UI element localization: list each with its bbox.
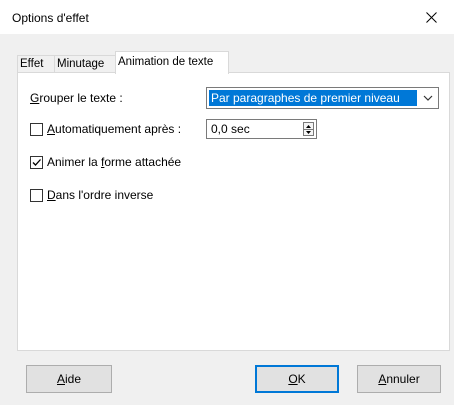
group-text-select[interactable]: Par paragraphes de premier niveau bbox=[206, 87, 439, 109]
spin-down-button[interactable] bbox=[304, 129, 313, 135]
reverse-order-label: Dans l'ordre inverse bbox=[47, 188, 154, 202]
triangle-down-icon bbox=[306, 130, 311, 134]
tab-effet[interactable]: Effet bbox=[17, 55, 55, 73]
close-button[interactable] bbox=[408, 0, 454, 34]
tab-label: Minutage bbox=[57, 58, 105, 70]
auto-after-row: Automatiquement après : bbox=[30, 122, 181, 136]
animate-shape-label: Animer la forme attachée bbox=[47, 155, 182, 169]
help-button[interactable]: Aide bbox=[26, 365, 112, 393]
tab-label: Animation de texte bbox=[118, 56, 214, 68]
window-title: Options d'effet bbox=[12, 11, 89, 25]
group-text-label: Grouper le texte : bbox=[30, 91, 123, 105]
animate-shape-row: Animer la forme attachée bbox=[30, 155, 181, 169]
spin-buttons bbox=[303, 122, 314, 136]
triangle-up-icon bbox=[306, 124, 311, 128]
auto-after-value: 0,0 sec bbox=[211, 122, 250, 136]
reverse-order-checkbox[interactable] bbox=[30, 188, 43, 202]
auto-after-label: Automatiquement après : bbox=[47, 122, 182, 136]
cancel-button-label: Annuler bbox=[378, 372, 420, 386]
ok-button-label: OK bbox=[288, 372, 306, 386]
help-button-label: Aide bbox=[56, 372, 82, 386]
chevron-down-icon bbox=[423, 95, 433, 101]
cancel-button[interactable]: Annuler bbox=[357, 365, 441, 393]
auto-after-checkbox[interactable] bbox=[30, 122, 43, 136]
checkmark-icon bbox=[32, 158, 41, 166]
close-icon bbox=[425, 11, 437, 23]
combo-dropdown-button[interactable] bbox=[419, 89, 437, 107]
reverse-order-row: Dans l'ordre inverse bbox=[30, 188, 153, 202]
auto-after-spinbox[interactable]: 0,0 sec bbox=[206, 119, 317, 139]
ok-button[interactable]: OK bbox=[255, 365, 339, 393]
title-bar: Options d'effet bbox=[0, 0, 454, 34]
tab-label: Effet bbox=[20, 58, 44, 70]
animate-shape-checkbox[interactable] bbox=[30, 155, 43, 169]
tab-animation-de-texte[interactable]: Animation de texte bbox=[115, 51, 229, 74]
group-text-value: Par paragraphes de premier niveau bbox=[209, 90, 417, 106]
tab-minutage[interactable]: Minutage bbox=[54, 55, 116, 73]
tab-panel: Grouper le texte : Par paragraphes de pr… bbox=[17, 72, 450, 351]
